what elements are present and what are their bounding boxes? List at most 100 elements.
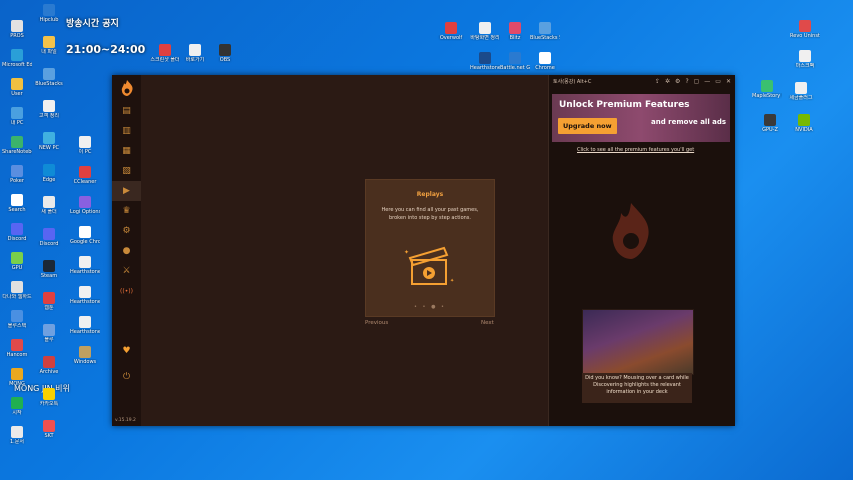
app-icon [11,252,23,264]
sidebar-item-favorites[interactable]: ♥ [112,341,141,361]
maximize-icon[interactable]: ▭ [715,78,721,85]
app-window: ▤ ▥ ▦ ▧ ▶ ♛ ⚙ ● ⚔ ((•)) ♥ ⏻ v.15.19.2 Replays Here … [112,75,735,426]
desktop-icon-label: Hearthstone Screenshot [70,329,100,335]
desktop-icon[interactable]: Revo Uninstaller [790,20,820,39]
desktop-icon[interactable]: 1.문서 [2,426,32,445]
settings-icon[interactable]: ⚙ [675,78,680,85]
desktop-icon[interactable]: 웹툰 [34,292,64,311]
desktop-icon[interactable]: Logi Options+ [70,196,100,215]
desktop-icon[interactable]: 세금플러그 [786,82,816,101]
app-icon [159,44,171,56]
desktop-icon[interactable]: NEW PC [34,132,64,151]
desktop-icon-label: Discord [39,241,59,247]
desktop-icon[interactable]: Discord [2,223,32,242]
bug-icon[interactable]: ✲ [665,78,670,85]
desktop-icon[interactable]: GPU [2,252,32,271]
premium-banner[interactable]: Unlock Premium Features Upgrade now and … [552,94,730,142]
desktop-icon[interactable]: 이 PC [70,136,100,155]
window-titlebar: 토사(몽강) Alt+C ⇪ ✲ ⚙? ▢ — ▭ ✕ [549,75,735,88]
right-panel: 토사(몽강) Alt+C ⇪ ✲ ⚙? ▢ — ▭ ✕ Unlock Premium Fea… [548,75,735,426]
sidebar-item-cards[interactable]: ▤ [112,101,141,121]
sidebar-item-live[interactable]: ((•)) [112,281,141,301]
desktop-icon[interactable]: 시작 [2,397,32,416]
sidebar-item-battlegrounds[interactable]: ♛ [112,201,141,221]
help-icon[interactable]: ? [685,78,688,85]
minimize-icon[interactable]: — [704,78,710,85]
desktop-icon[interactable]: 블루 [34,324,64,343]
desktop-icon[interactable]: BlueStacks [34,68,64,87]
desktop-icon[interactable]: 새 폴더 [34,196,64,215]
desktop-icon[interactable]: Discord [34,228,64,247]
desktop-icon-label: 스크린샷 폴더 [150,57,180,63]
app-icon [43,324,55,336]
desktop-icon[interactable]: 마스크팩 [790,50,820,69]
app-icon [189,44,201,56]
desktop-icon[interactable]: SKT [34,420,64,439]
sidebar-item-packs[interactable]: ▧ [112,161,141,181]
desktop-icon[interactable]: Hearthstone [470,52,500,71]
carousel-dots[interactable]: • • ● • [366,304,494,310]
desktop-icon[interactable]: Hearthstone Screenshot [70,316,100,335]
desktop-icon[interactable]: Google Chrome [70,226,100,245]
upgrade-now-button[interactable]: Upgrade now [558,118,617,134]
desktop-icon[interactable]: CCleaner [70,166,100,185]
share-icon[interactable]: ⇪ [655,78,660,85]
desktop-icon[interactable]: 카카오톡 [34,388,64,407]
desktop-icon-label: 세금플러그 [789,95,813,101]
desktop-icon[interactable]: Hipclub [34,4,64,23]
desktop-icon[interactable]: Archive [34,356,64,375]
desktop-icon[interactable]: 바로가기 [180,44,210,63]
sidebar-item-collection[interactable]: ▦ [112,141,141,161]
desktop-icon[interactable]: Windows [70,346,100,365]
desktop-icon-label: Archive [39,369,59,375]
close-icon[interactable]: ✕ [726,78,731,85]
desktop-icon[interactable]: OBS [210,44,240,63]
desktop-icon[interactable]: Hearthstone Screenshot [70,286,100,305]
next-button[interactable]: Next [481,320,494,326]
desktop-icon-label: Search [8,207,26,213]
desktop-icon-label: 새 폴더 [41,209,57,215]
desktop-icon[interactable]: Poker [2,165,32,184]
desktop-icon[interactable]: GPU-Z [755,114,785,133]
desktop-icon[interactable]: BlueStacks 5 [530,22,560,41]
desktop-icon[interactable]: 블루스택 [2,310,32,329]
discord-icon[interactable]: ▢ [694,78,700,85]
desktop-icon[interactable]: MapleStory Worlds [752,80,782,99]
desktop-icon[interactable]: 내 PC [2,107,32,126]
desktop-icon[interactable]: ShareNotebook [2,136,32,155]
desktop-icon[interactable]: NVIDIA [789,114,819,133]
desktop-icon[interactable]: Chrome [530,52,560,71]
desktop-icon[interactable]: Overwolf [436,22,466,41]
desktop-icon[interactable]: 바탕화면 정리 [470,22,500,41]
desktop-icon[interactable]: 다나와 웹하드 [2,281,32,300]
desktop-icon[interactable]: 스크린샷 폴더 [150,44,180,63]
sidebar-item-settings[interactable]: ⏻ [112,367,141,387]
premium-features-link[interactable]: Click to see all the premium features yo… [577,147,694,153]
desktop-icon[interactable]: Search [2,194,32,213]
sidebar-item-replays[interactable]: ▶ [112,181,141,201]
sidebar-item-arena[interactable]: ⚙ [112,221,141,241]
desktop-icon[interactable]: User [2,78,32,97]
desktop-icon[interactable]: Hearthstone Screenshot [70,256,100,275]
desktop-icon[interactable]: Battle.net Games [500,52,530,71]
desktop-icon[interactable]: Steam [34,260,64,279]
sidebar-item-quests[interactable]: ● [112,241,141,261]
sidebar-item-decks[interactable]: ▥ [112,121,141,141]
desktop-icon-label: 블루스택 [7,323,27,329]
desktop-icon[interactable]: 내 파일 [34,36,64,55]
window-title: 토사(몽강) Alt+C [553,79,592,85]
previous-button[interactable]: Previous [365,320,388,326]
app-icon [11,339,23,351]
desktop-icon[interactable]: PROS [2,20,32,39]
desktop-icon[interactable]: 고객 정리 [34,100,64,119]
desktop-icon-label: Windows [73,359,97,365]
app-logo-icon[interactable] [112,75,141,101]
collection-icon: ▦ [122,146,131,156]
sidebar-item-mercenaries[interactable]: ⚔ [112,261,141,281]
desktop-icon[interactable]: Blitz [500,22,530,41]
desktop-icon[interactable]: Hancom [2,339,32,358]
desktop-icon-label: 블루 [44,337,54,343]
desktop-icon[interactable]: Edge [34,164,64,183]
desktop-icon[interactable]: Microsoft Edge [2,49,32,68]
desktop-icon[interactable]: MONG [2,368,32,387]
